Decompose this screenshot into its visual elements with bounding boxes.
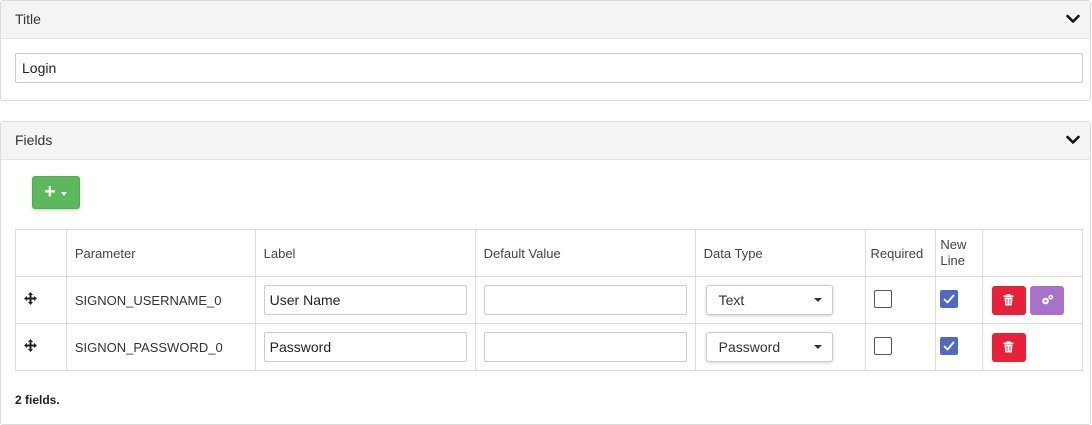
drag-handle[interactable]	[15, 276, 67, 324]
caret-down-icon	[813, 345, 822, 349]
delete-button[interactable]	[992, 332, 1027, 362]
fields-panel-heading: Fields	[15, 132, 53, 148]
add-field-button[interactable]: +	[32, 176, 80, 209]
default-value-cell	[474, 276, 696, 324]
fields-panel-header[interactable]: Fields	[1, 122, 1090, 160]
table-row: SIGNON_PASSWORD_0 Password Password	[15, 323, 1083, 371]
col-header-actions	[982, 229, 1083, 277]
caret-down-icon	[61, 192, 67, 196]
title-panel-header[interactable]: Title	[1, 1, 1090, 39]
data-type-cell: Password	[694, 323, 867, 371]
required-cell	[865, 276, 937, 324]
settings-button[interactable]	[1030, 285, 1065, 315]
delete-button[interactable]	[992, 285, 1027, 315]
title-panel: Title Login	[0, 0, 1091, 101]
title-panel-heading: Title	[15, 11, 41, 27]
check-icon	[943, 294, 955, 303]
move-icon[interactable]	[24, 339, 37, 352]
default-value-input[interactable]	[483, 332, 687, 362]
required-checkbox[interactable]	[874, 289, 893, 308]
default-value-cell	[474, 323, 696, 371]
col-header-required: Required	[865, 229, 937, 277]
data-type-value: Text	[718, 292, 745, 308]
col-header-new-line: New Line	[935, 229, 984, 277]
move-icon[interactable]	[24, 292, 37, 305]
label-cell: Password	[254, 323, 476, 371]
parameter-cell: SIGNON_USERNAME_0	[65, 276, 256, 324]
drag-handle[interactable]	[15, 323, 67, 371]
new-line-checkbox[interactable]	[940, 289, 959, 308]
required-cell	[865, 323, 937, 371]
label-input[interactable]: User Name	[263, 285, 467, 315]
chevron-down-icon[interactable]	[1066, 135, 1080, 145]
fields-table: Parameter Label Default Value Data Type …	[15, 229, 1083, 371]
col-header-default-value: Default Value	[474, 229, 696, 277]
gears-icon	[1042, 294, 1054, 304]
new-line-cell	[935, 276, 984, 324]
required-checkbox[interactable]	[874, 336, 893, 355]
check-icon	[943, 341, 955, 350]
table-row: SIGNON_USERNAME_0 User Name Text	[15, 276, 1083, 324]
default-value-input[interactable]	[483, 285, 687, 315]
parameter-cell: SIGNON_PASSWORD_0	[65, 323, 256, 371]
col-header-data-type: Data Type	[694, 229, 867, 277]
plus-icon: +	[44, 181, 56, 203]
caret-down-icon	[813, 298, 822, 302]
data-type-select[interactable]: Password	[705, 332, 833, 362]
fields-panel: Fields + Parameter Label Default Value D…	[0, 121, 1091, 425]
field-count: 2 fields.	[15, 393, 60, 407]
label-input[interactable]: Password	[263, 332, 467, 362]
col-header-handle	[15, 229, 67, 277]
col-header-label: Label	[254, 229, 476, 277]
data-type-select[interactable]: Text	[705, 285, 833, 315]
data-type-cell: Text	[694, 276, 867, 324]
col-header-parameter: Parameter	[65, 229, 256, 277]
label-cell: User Name	[254, 276, 476, 324]
title-input[interactable]: Login	[15, 53, 1083, 83]
new-line-cell	[935, 323, 984, 371]
trash-icon	[1003, 293, 1014, 305]
new-line-checkbox[interactable]	[940, 336, 959, 355]
actions-cell	[982, 276, 1083, 324]
table-header-row: Parameter Label Default Value Data Type …	[15, 229, 1083, 277]
chevron-down-icon[interactable]	[1066, 14, 1080, 24]
data-type-value: Password	[718, 339, 781, 355]
trash-icon	[1003, 340, 1014, 352]
actions-cell	[982, 323, 1083, 371]
